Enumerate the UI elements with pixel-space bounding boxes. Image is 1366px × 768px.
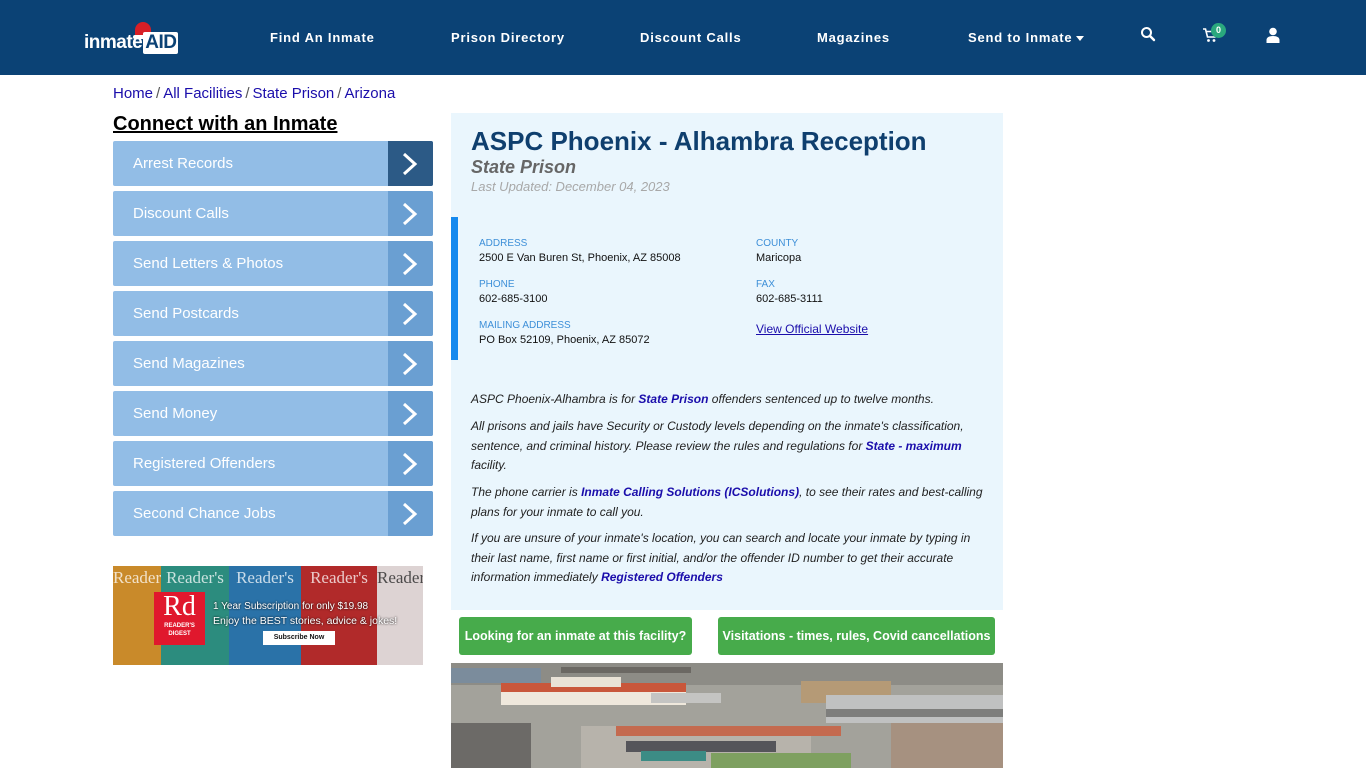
- state-prison-link[interactable]: State Prison: [638, 392, 708, 406]
- chevron-right-icon: [402, 302, 418, 326]
- nav-magazines[interactable]: Magazines: [817, 30, 890, 45]
- caret-down-icon: [1076, 36, 1085, 42]
- sidebar-item-label: Registered Offenders: [133, 455, 276, 472]
- phone-label: PHONE: [479, 279, 515, 290]
- address-field: ADDRESS 2500 E Van Buren St, Phoenix, AZ…: [479, 237, 681, 266]
- icsolutions-link[interactable]: Inmate Calling Solutions (ICSolutions): [581, 485, 799, 499]
- breadcrumb-state-prison[interactable]: State Prison: [253, 85, 335, 102]
- description-paragraph: The phone carrier is Inmate Calling Solu…: [471, 485, 983, 519]
- find-inmate-at-facility-button[interactable]: Looking for an inmate at this facility?: [459, 617, 692, 655]
- sidebar-item-send-magazines[interactable]: Send Magazines: [113, 341, 433, 386]
- sidebar-item-send-postcards[interactable]: Send Postcards: [113, 291, 433, 336]
- visitations-button[interactable]: Visitations - times, rules, Covid cancel…: [718, 617, 995, 655]
- top-navbar: inmate AID Find An Inmate Prison Director…: [0, 0, 1366, 75]
- sidebar-item-discount-calls[interactable]: Discount Calls: [113, 191, 433, 236]
- mailing-address-label: MAILING ADDRESS: [479, 320, 571, 331]
- county-label: COUNTY: [756, 238, 799, 249]
- address-label: ADDRESS: [479, 238, 528, 249]
- ad-headline: 1 Year Subscription for only $19.98: [213, 601, 369, 612]
- connect-heading: Connect with an Inmate: [113, 113, 338, 135]
- ad-subheadline: Enjoy the BEST stories, advice & jokes!: [213, 615, 398, 627]
- chevron-right-icon: [402, 152, 418, 176]
- logo-text: inmate: [84, 32, 143, 53]
- sidebar-item-label: Send Letters & Photos: [133, 255, 284, 272]
- breadcrumb: Home / All Facilities / State Prison / Arizona: [113, 85, 396, 102]
- facility-info-box: ADDRESS 2500 E Van Buren St, Phoenix, AZ…: [451, 217, 1003, 360]
- fax-value: 602-685-3111: [756, 293, 823, 305]
- aerial-photo-illustration: [451, 663, 1003, 768]
- facility-aerial-photo: [451, 663, 1003, 768]
- user-icon[interactable]: [1266, 27, 1286, 47]
- phone-value: 602-685-3100: [479, 293, 548, 305]
- sidebar-item-label: Arrest Records: [133, 155, 234, 172]
- cart-count-badge: 0: [1211, 23, 1226, 38]
- facility-type: State Prison: [471, 157, 577, 177]
- state-maximum-link[interactable]: State - maximum: [866, 439, 962, 453]
- chevron-right-icon: [402, 352, 418, 376]
- sidebar-menu: Arrest Records Discount Calls Send Lette…: [113, 141, 433, 541]
- sidebar-item-registered-offenders[interactable]: Registered Offenders: [113, 441, 433, 486]
- mailing-address-value: PO Box 52109, Phoenix, AZ 85072: [479, 334, 650, 346]
- chevron-right-icon: [402, 402, 418, 426]
- mailing-address-field: MAILING ADDRESS PO Box 52109, Phoenix, A…: [479, 319, 650, 348]
- breadcrumb-arizona[interactable]: Arizona: [344, 85, 395, 102]
- nav-find-inmate[interactable]: Find An Inmate: [270, 30, 375, 45]
- logo-accent: AID: [143, 32, 179, 54]
- registered-offenders-link[interactable]: Registered Offenders: [601, 570, 723, 584]
- chevron-right-icon: [402, 252, 418, 276]
- nav-send-to-inmate-label: Send to Inmate: [968, 30, 1073, 45]
- county-field: COUNTY Maricopa: [756, 237, 801, 266]
- last-updated: Last Updated: December 04, 2023: [471, 179, 670, 194]
- fax-field: FAX 602-685-3111: [756, 278, 823, 307]
- chevron-right-icon: [402, 452, 418, 476]
- readers-digest-ad[interactable]: Reader's Reader's Reader's Reader's Read…: [113, 566, 423, 665]
- sidebar-item-send-letters-photos[interactable]: Send Letters & Photos: [113, 241, 433, 286]
- sidebar-item-label: Send Money: [133, 405, 218, 422]
- address-value: 2500 E Van Buren St, Phoenix, AZ 85008: [479, 252, 681, 264]
- view-official-website-link[interactable]: View Official Website: [756, 322, 868, 336]
- sidebar-item-label: Send Postcards: [133, 305, 239, 322]
- breadcrumb-home[interactable]: Home: [113, 85, 153, 102]
- description-paragraph: All prisons and jails have Security or C…: [471, 419, 964, 472]
- sidebar-item-label: Send Magazines: [133, 355, 245, 372]
- phone-field: PHONE 602-685-3100: [479, 278, 548, 307]
- sidebar-item-second-chance-jobs[interactable]: Second Chance Jobs: [113, 491, 433, 536]
- sidebar-item-send-money[interactable]: Send Money: [113, 391, 433, 436]
- sidebar-item-label: Discount Calls: [133, 205, 229, 222]
- description-paragraph: If you are unsure of your inmate's locat…: [471, 531, 971, 584]
- search-icon[interactable]: [1140, 26, 1160, 46]
- readers-digest-logo: Rd READER'S DIGEST: [154, 592, 205, 645]
- nav-discount-calls[interactable]: Discount Calls: [640, 30, 742, 45]
- sidebar-item-arrest-records[interactable]: Arrest Records: [113, 141, 433, 186]
- chevron-right-icon: [402, 202, 418, 226]
- subscribe-now-button[interactable]: Subscribe Now: [263, 631, 335, 645]
- breadcrumb-all-facilities[interactable]: All Facilities: [163, 85, 242, 102]
- county-value: Maricopa: [756, 252, 802, 264]
- fax-label: FAX: [756, 279, 775, 290]
- description-paragraph: ASPC Phoenix-Alhambra is for State Priso…: [471, 392, 934, 406]
- facility-card: ASPC Phoenix - Alhambra Reception State …: [451, 113, 1003, 610]
- facility-name: ASPC Phoenix - Alhambra Reception: [471, 126, 927, 156]
- chevron-right-icon: [402, 502, 418, 526]
- nav-send-to-inmate[interactable]: Send to Inmate: [968, 30, 1085, 45]
- sidebar-item-label: Second Chance Jobs: [133, 505, 276, 522]
- nav-prison-directory[interactable]: Prison Directory: [451, 30, 565, 45]
